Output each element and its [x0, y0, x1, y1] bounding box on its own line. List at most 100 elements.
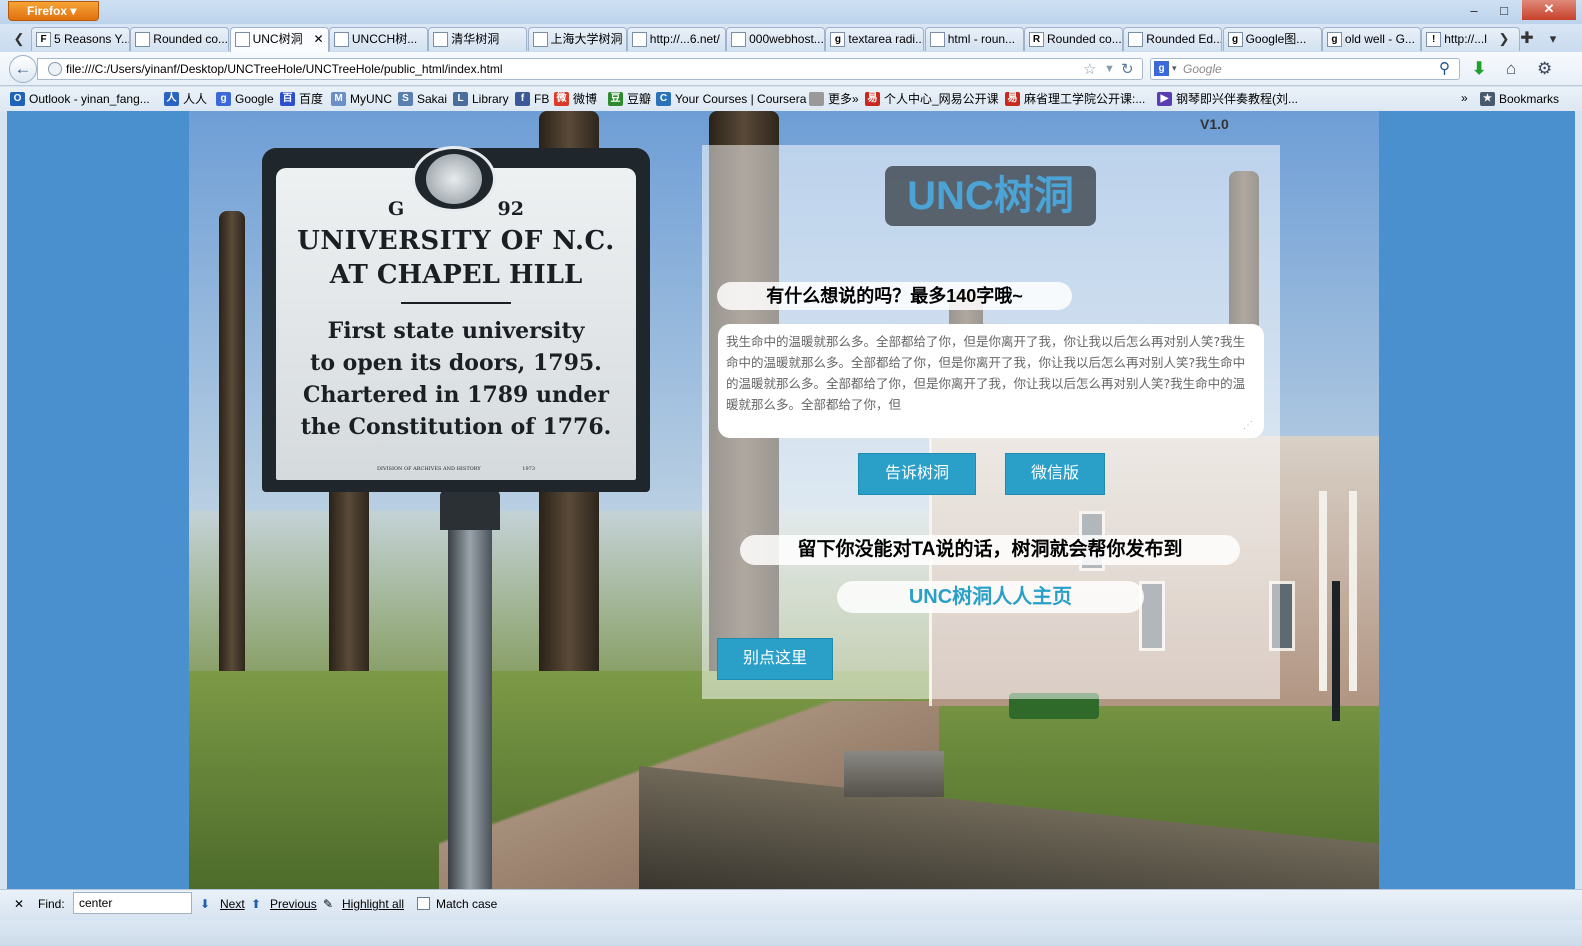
tab-favicon-icon: [333, 32, 349, 47]
status-bar: [0, 920, 1582, 946]
tab-3[interactable]: UNCCH树...: [328, 27, 428, 51]
reload-icon[interactable]: ↻: [1121, 60, 1134, 78]
find-previous-icon[interactable]: ⬆: [251, 896, 261, 912]
url-history-dropdown-icon[interactable]: ▼: [1104, 63, 1115, 75]
tab-10[interactable]: R Rounded co...: [1024, 27, 1123, 51]
search-engine-dropdown-icon[interactable]: ▾: [1172, 63, 1177, 74]
bookmark-label: 人人: [183, 92, 208, 106]
tab-0[interactable]: F5 Reasons Y...: [31, 27, 130, 51]
marker-divider: [401, 302, 511, 304]
bookmark-item-3[interactable]: 百百度: [280, 87, 323, 111]
search-engine-icon[interactable]: g: [1154, 61, 1169, 76]
download-icon[interactable]: ⬇: [1472, 59, 1486, 79]
maximize-button[interactable]: □: [1492, 2, 1516, 20]
bookmark-item-11[interactable]: 更多»: [809, 87, 859, 111]
marker-body-line4: the Constitution of 1776.: [300, 414, 612, 440]
bookmark-item-0[interactable]: O Outlook - yinan_fang...: [10, 87, 150, 111]
addon-gear-icon[interactable]: ⚙: [1537, 59, 1552, 79]
bookmark-favicon-icon: O: [10, 92, 25, 106]
bookmark-item-7[interactable]: f FB: [515, 87, 549, 111]
tab-9[interactable]: html - roun...: [924, 27, 1024, 51]
tabs-scroll-right-icon[interactable]: ❯: [1495, 30, 1513, 48]
find-previous-button[interactable]: Previous: [270, 896, 317, 912]
tab-12[interactable]: g Google图...: [1222, 27, 1322, 51]
tabs-scroll-left-icon[interactable]: ❮: [10, 30, 28, 48]
tab-13[interactable]: g old well - G...: [1321, 27, 1421, 51]
tab-7[interactable]: 000webhost...: [726, 27, 826, 51]
bookmark-item-4[interactable]: M MyUNC: [331, 87, 392, 111]
tab-5[interactable]: 上海大学树洞: [527, 27, 627, 51]
tab-label: html - roun...: [947, 32, 1016, 46]
bookmark-label: Your Courses | Coursera: [675, 92, 807, 106]
site-identity-icon[interactable]: [48, 62, 62, 76]
firefox-menu-button[interactable]: Firefox ▾: [8, 1, 99, 21]
historical-marker-face: G 92 UNIVERSITY OF N.C. AT CHAPEL HILL F…: [276, 168, 636, 480]
bookmark-item-6[interactable]: L Library: [453, 87, 509, 111]
tab-favicon-icon: [1128, 32, 1144, 47]
bookmark-label: Sakai: [417, 92, 448, 106]
url-text: file:///C:/Users/yinanf/Desktop/UNCTreeH…: [66, 62, 503, 76]
bookmark-item-13[interactable]: 易麻省理工学院公开课:...: [1005, 87, 1145, 111]
close-window-button[interactable]: ✕: [1522, 0, 1576, 20]
window-titlebar: [0, 0, 1582, 24]
bookmark-item-14[interactable]: ▶ 钢琴即兴伴奏教程(刘...: [1157, 87, 1298, 111]
tab-1[interactable]: Rounded co...: [130, 27, 230, 51]
tab-label: Rounded Ed...: [1146, 32, 1223, 46]
bookmark-item-8[interactable]: 微微博: [554, 87, 597, 111]
home-icon[interactable]: ⌂: [1506, 59, 1516, 79]
back-button[interactable]: ←: [9, 55, 37, 83]
tab-favicon-icon: F: [36, 32, 51, 47]
bookmark-favicon-icon: 微: [554, 92, 569, 106]
marker-footer-year: 1973: [522, 466, 536, 472]
search-input[interactable]: Google: [1150, 58, 1460, 80]
find-next-button[interactable]: Next: [220, 896, 245, 912]
submit-button[interactable]: 告诉树洞: [858, 453, 976, 495]
tab-8[interactable]: g textarea radi...: [825, 27, 925, 51]
prompt-label: 有什么想说的吗？最多140字哦~: [717, 282, 1072, 310]
bookmarks-menu-button[interactable]: ★ Bookmarks: [1480, 87, 1559, 111]
find-input[interactable]: center: [73, 892, 192, 914]
tab-favicon-icon: [929, 32, 945, 47]
minimize-button[interactable]: –: [1462, 2, 1486, 20]
bookmark-favicon-icon: ▶: [1157, 92, 1172, 106]
highlight-all-button[interactable]: Highlight all: [342, 896, 404, 912]
find-label: Find:: [38, 897, 65, 911]
wechat-version-button[interactable]: 微信版: [1005, 453, 1105, 495]
renren-homepage-link[interactable]: UNC树洞人人主页: [837, 581, 1144, 613]
new-tab-icon[interactable]: ✚: [1518, 30, 1536, 48]
match-case-label[interactable]: Match case: [436, 896, 497, 912]
find-next-icon[interactable]: ⬇: [200, 896, 210, 912]
tab-label: Rounded co...: [1047, 32, 1122, 46]
bookmark-star-icon[interactable]: ☆: [1083, 60, 1096, 78]
match-case-checkbox[interactable]: [417, 897, 430, 910]
version-label: V1.0: [1200, 116, 1229, 132]
tab-2[interactable]: UNC树洞 ✕: [229, 27, 329, 53]
tab-label: 000webhost...: [749, 32, 824, 46]
tab-11[interactable]: Rounded Ed...: [1123, 27, 1223, 51]
message-textarea[interactable]: 我生命中的温暖就那么多。全部都给了你，但是你离开了我，你让我以后怎么再对别人笑?…: [718, 324, 1264, 438]
bookmarks-overflow-icon[interactable]: »: [1461, 91, 1468, 105]
textarea-resize-handle-icon[interactable]: ⋰: [1243, 420, 1253, 431]
tab-favicon-icon: [433, 32, 449, 47]
search-go-icon[interactable]: ⚲: [1439, 59, 1450, 77]
bookmark-label: FB: [534, 92, 550, 106]
close-find-bar-icon[interactable]: ✕: [14, 896, 24, 912]
bookmark-item-9[interactable]: 豆豆瓣: [608, 87, 651, 111]
state-seal-icon: [424, 152, 484, 206]
tab-6[interactable]: http://...6.net/: [626, 27, 726, 51]
dont-click-button[interactable]: 别点这里: [717, 638, 833, 680]
bookmark-item-10[interactable]: C Your Courses | Coursera: [656, 87, 806, 111]
list-all-tabs-icon[interactable]: ▾: [1544, 30, 1562, 48]
bookmark-favicon-icon: 易: [1005, 92, 1020, 106]
marker-footer: DIVISION OF ARCHIVES AND HISTORY 1973: [276, 466, 636, 472]
bookmark-item-12[interactable]: 易个人中心_网易公开课: [865, 87, 999, 111]
tab-favicon-icon: [532, 32, 548, 47]
bookmark-item-5[interactable]: S Sakai: [398, 87, 447, 111]
bookmark-item-1[interactable]: 人人人: [164, 87, 207, 111]
bookmark-item-2[interactable]: g Google: [216, 87, 274, 111]
bookmark-favicon-icon: C: [656, 92, 671, 106]
bookmark-label: MyUNC: [350, 92, 392, 106]
tab-4[interactable]: 清华树洞: [428, 27, 528, 51]
url-bar[interactable]: file:///C:/Users/yinanf/Desktop/UNCTreeH…: [37, 58, 1143, 80]
tab-close-icon[interactable]: ✕: [314, 28, 324, 50]
